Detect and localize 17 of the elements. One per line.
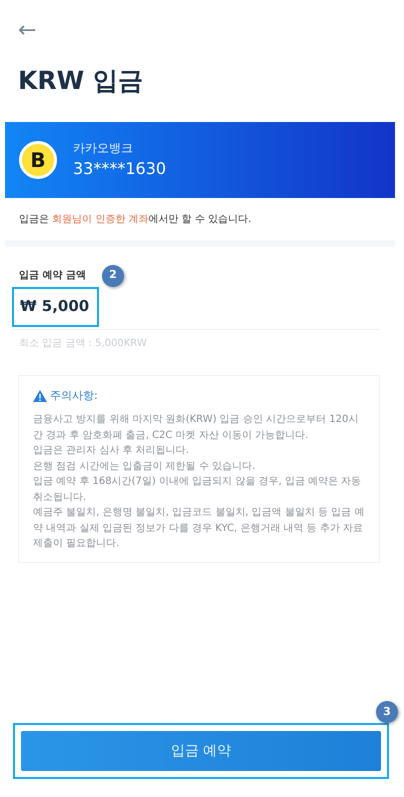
caution-text: 입금 예약 후 168시간(7일) 이내에 입금되지 않을 경우, 입금 예약은 자동 취소됩니다.	[33, 475, 362, 504]
caution-title: 주의사항:	[50, 388, 98, 404]
bank-name: 카카오뱅크	[73, 140, 134, 156]
account-number: 33****1630	[73, 158, 166, 180]
warning-icon	[33, 390, 47, 402]
page-title: KRW 입금	[18, 65, 144, 97]
deposit-reserve-button[interactable]: 입금 예약	[21, 731, 381, 771]
step-badge: 3	[376, 701, 398, 723]
caution-text: 입금은 관리자 심사 후 처리됩니다.	[33, 444, 190, 458]
caution-text: 예금주 불일치, 은행명 불일치, 입금코드 불일치, 입금액 불일치 등 입금 예약 내역과 실제 입금된 정보가 다를 경우 KYC, 은행거래 내역 등 추가 자료 제출이 필요합니다.	[33, 506, 366, 551]
amount-field[interactable]: ₩ 5,000	[12, 286, 99, 326]
caution-text: 금융사고 방지를 위해 마지막 원화(KRW) 입금 승인 시간으로부터 120시간 경과 후 암호화폐 출금, C2C 마켓 자산 이동이 가능합니다.	[33, 413, 360, 442]
account-notice: 입금은 회원님이 인증한 계좌에서만 할 수 있습니다.	[19, 212, 252, 226]
step-badge: 2	[102, 264, 124, 286]
caution-text: 은행 점검 시간에는 입출금이 제한될 수 있습니다.	[33, 460, 256, 474]
bank-logo: B	[19, 140, 57, 178]
amount-label: 입금 예약 금액	[19, 269, 86, 283]
